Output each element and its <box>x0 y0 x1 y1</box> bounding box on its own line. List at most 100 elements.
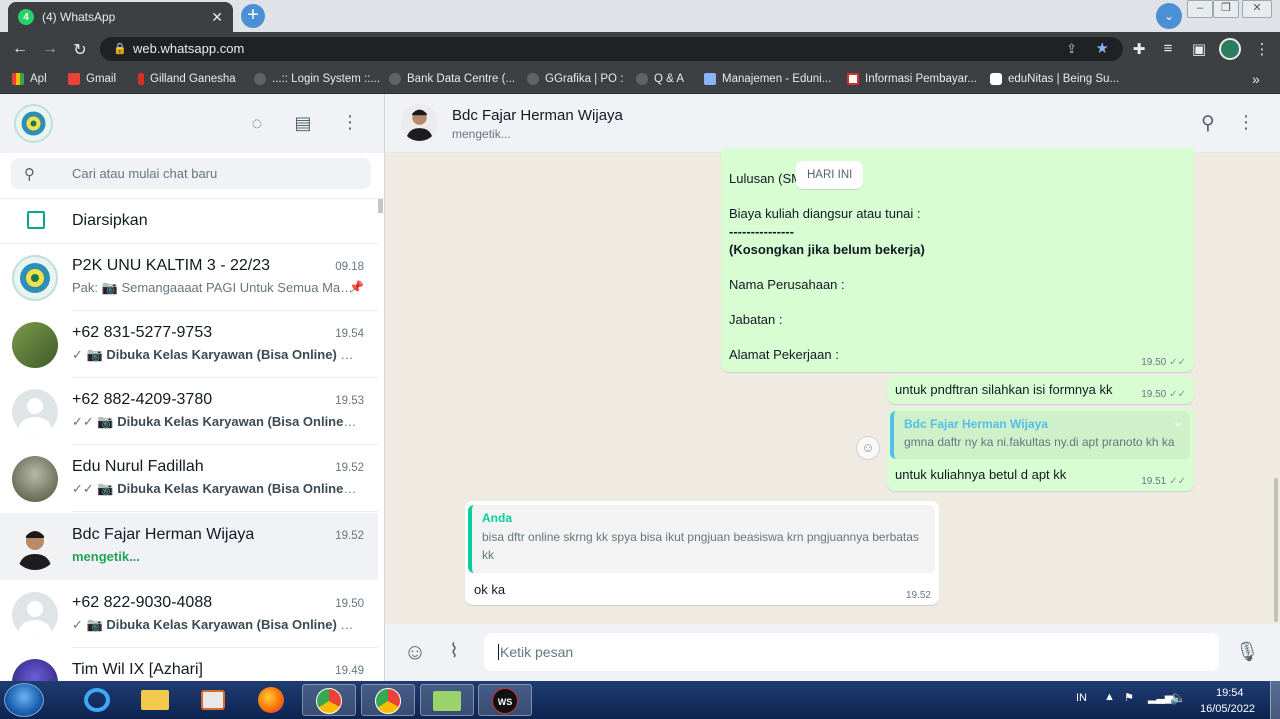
my-profile-avatar[interactable] <box>14 104 53 143</box>
chat-row-62822[interactable]: +62 822-9030-4088 19.50 ✓ 📷 Dibuka Kelas… <box>0 581 378 648</box>
start-button[interactable] <box>4 683 44 717</box>
taskbar-explorer-2[interactable] <box>420 684 474 716</box>
message-outgoing-reply[interactable]: Bdc Fajar Herman Wijaya gmna daftr ny ka… <box>887 408 1194 491</box>
camera-icon: 📷 <box>97 481 118 496</box>
globe-icon <box>527 73 539 85</box>
taskbar-chrome-active[interactable] <box>302 684 356 716</box>
bookmark-edunitas[interactable]: eduNitas | Being Su... <box>990 66 1119 92</box>
globe-icon <box>636 73 648 85</box>
new-tab-button[interactable]: + <box>241 4 265 28</box>
bookmark-informasi[interactable]: Informasi Pembayar... <box>847 66 977 92</box>
volume-icon[interactable]: 🔈 <box>1170 690 1186 706</box>
message-scrollbar[interactable] <box>1274 478 1278 622</box>
more-bookmarks-icon[interactable]: » <box>1252 66 1260 92</box>
bookmark-login-system[interactable]: ...:: Login System ::... <box>254 66 380 92</box>
chat-preview: Pak: 📷 Semangaaaat PAGI Untuk Semua Mah.… <box>72 280 357 295</box>
unu-logo-icon <box>21 111 46 136</box>
back-arrow-icon[interactable]: ← <box>10 40 30 58</box>
profile-avatar[interactable] <box>1219 38 1241 60</box>
side-panel-icon[interactable]: ▣ <box>1189 40 1209 58</box>
chat-row-bdc-fajar[interactable]: Bdc Fajar Herman Wijaya 19.52 mengetik..… <box>0 513 378 580</box>
bookmark-manajemen[interactable]: Manajemen - Eduni... <box>704 66 831 92</box>
chat-row-62831[interactable]: +62 831-5277-9753 19.54 ✓ 📷 Dibuka Kelas… <box>0 311 378 378</box>
double-check-icon: ✓✓ <box>1169 357 1186 368</box>
bookmark-qa[interactable]: Q & A <box>636 66 684 92</box>
chat-row-tim-wil[interactable]: Tim Wil IX [Azhari] 19.49 <box>0 648 378 681</box>
clock-date[interactable]: 16/05/2022 <box>1200 703 1255 715</box>
browser-tab-whatsapp[interactable]: 4 (4) WhatsApp ✕ <box>8 2 233 32</box>
bookmark-gilland[interactable]: Gilland Ganesha <box>138 66 236 92</box>
taskbar-media[interactable] <box>186 684 240 716</box>
chat-row-edu-nurul[interactable]: Edu Nurul Fadillah 19.52 ✓✓ 📷 Dibuka Kel… <box>0 445 378 512</box>
quoted-author: Anda <box>482 511 512 525</box>
share-icon[interactable]: ⇪ <box>1066 37 1077 61</box>
double-check-icon: ✓✓ <box>72 414 98 429</box>
language-indicator[interactable]: IN <box>1076 692 1087 704</box>
message-meta: 19.52 <box>905 590 931 601</box>
avatar <box>12 322 58 368</box>
chat-name: Tim Wil IX [Azhari] <box>72 661 203 678</box>
chat-list-scrollbar[interactable] <box>378 199 383 213</box>
message-outgoing[interactable]: untuk pndftran silahkan isi formnya kk 1… <box>887 376 1194 404</box>
chat-name: P2K UNU KALTIM 3 - 22/23 <box>72 257 270 274</box>
attach-paperclip-icon[interactable]: ⌇ <box>442 640 466 663</box>
clock-time[interactable]: 19:54 <box>1216 687 1244 699</box>
extensions-puzzle-icon[interactable]: ✚ <box>1129 40 1149 58</box>
bookmark-ggrafika[interactable]: GGrafika | PO : <box>527 66 623 92</box>
window-close-button[interactable]: ✕ <box>1242 0 1272 18</box>
sidebar-header <box>0 94 384 153</box>
quoted-message[interactable]: Anda bisa dftr online skrng kk spya bisa… <box>468 505 935 573</box>
reading-list-icon[interactable]: ≡ <box>1158 40 1178 57</box>
bookmark-apps[interactable]: Apl <box>12 66 47 92</box>
taskbar-chrome-2[interactable] <box>361 684 415 716</box>
quoted-author: Bdc Fajar Herman Wijaya <box>904 417 1048 431</box>
forward-arrow-icon[interactable]: → <box>40 40 60 58</box>
check-icon: ✓ <box>72 617 87 632</box>
react-emoji-icon[interactable]: ☺ <box>856 436 880 460</box>
microphone-icon[interactable]: 🎙 <box>1235 640 1259 664</box>
search-messages-icon[interactable]: ⚲ <box>1196 112 1220 135</box>
bookmark-gmail[interactable]: Gmail <box>68 66 116 92</box>
double-check-icon: ✓ <box>72 347 87 362</box>
edunitas-icon <box>990 73 1002 85</box>
archived-chats-row[interactable]: Diarsipkan <box>0 199 378 244</box>
chat-time: 19.49 <box>335 665 364 677</box>
camera-icon: 📷 <box>86 347 107 362</box>
taskbar-explorer[interactable] <box>128 684 182 716</box>
taskbar-firefox[interactable] <box>244 684 298 716</box>
chevron-down-icon[interactable]: ⌄ <box>1172 413 1184 430</box>
bookmark-bank-data[interactable]: Bank Data Centre (... <box>389 66 515 92</box>
quoted-message[interactable]: Bdc Fajar Herman Wijaya gmna daftr ny ka… <box>890 411 1190 459</box>
menu-kebab-icon[interactable]: ⋮ <box>338 112 362 133</box>
new-chat-icon[interactable]: ▤ <box>291 113 315 134</box>
chrome-menu-icon[interactable]: ⋮ <box>1252 40 1272 58</box>
reload-icon[interactable]: ↻ <box>70 40 90 60</box>
tab-search-button[interactable]: ⌄ <box>1156 3 1182 29</box>
bookmark-star-icon[interactable]: ★ <box>1096 37 1109 61</box>
show-desktop-button[interactable] <box>1270 681 1280 719</box>
emoji-icon[interactable]: ☺ <box>403 639 427 665</box>
chat-row-62882[interactable]: +62 882-4209-3780 19.53 ✓✓ 📷 Dibuka Kela… <box>0 378 378 445</box>
taskbar-ws[interactable]: WS <box>478 684 532 716</box>
message-incoming-reply[interactable]: Anda bisa dftr online skrng kk spya bisa… <box>465 501 939 605</box>
chat-name: +62 822-9030-4088 <box>72 594 213 611</box>
contact-name: Bdc Fajar Herman Wijaya <box>452 107 623 124</box>
edunitas-icon <box>704 73 716 85</box>
chat-name: Bdc Fajar Herman Wijaya <box>72 526 255 543</box>
conversation-menu-icon[interactable]: ⋮ <box>1234 112 1258 133</box>
message-input[interactable]: Ketik pesan <box>484 633 1219 671</box>
window-restore-button[interactable]: ❐ <box>1213 0 1239 18</box>
taskbar-ie[interactable] <box>70 684 124 716</box>
chat-row-p2k[interactable]: P2K UNU KALTIM 3 - 22/23 09.18 Pak: 📷 Se… <box>0 244 378 311</box>
message-outgoing-form[interactable]: Lulusan (SM Biaya kuliah diangsur atau t… <box>721 148 1194 372</box>
show-hidden-icons[interactable]: ▲ <box>1104 691 1115 703</box>
camera-icon: 📷 <box>86 617 107 632</box>
window-minimize-button[interactable]: – <box>1187 0 1213 18</box>
status-icon[interactable]: ◌ <box>245 113 269 134</box>
contact-avatar[interactable] <box>401 104 438 141</box>
action-center-flag-icon[interactable]: ⚑ <box>1124 691 1134 704</box>
tab-close-icon[interactable]: ✕ <box>211 9 223 26</box>
search-input[interactable]: Cari atau mulai chat baru <box>11 158 371 189</box>
camera-icon: 📷 <box>101 280 122 295</box>
address-bar[interactable]: 🔒 web.whatsapp.com ⇪ ★ <box>100 37 1123 61</box>
